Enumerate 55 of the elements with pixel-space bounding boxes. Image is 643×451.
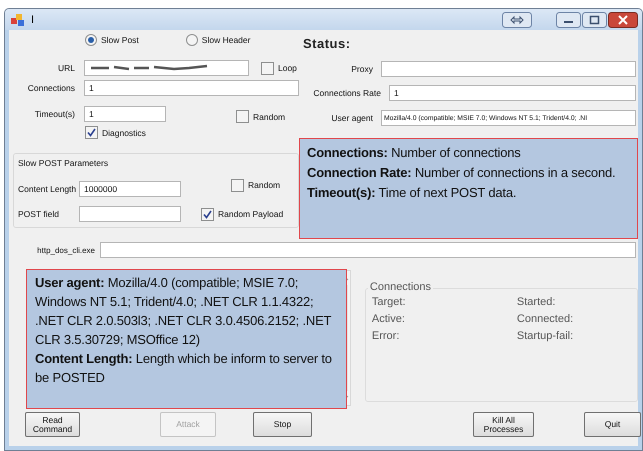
swap-button[interactable]: [502, 12, 532, 28]
checkbox[interactable]: [231, 178, 244, 192]
checkbox-label[interactable]: Random Payload: [218, 209, 284, 219]
group-title: Slow POST Parameters: [18, 158, 110, 168]
window-title: I: [31, 14, 34, 26]
input-field[interactable]: 1: [389, 85, 636, 101]
annotation-text: Content Length: Length which be inform to server to be POSTED: [35, 350, 333, 387]
radio-button[interactable]: [186, 34, 198, 46]
status-label: Target:: [372, 296, 407, 308]
annotation-text: Connection Rate: Number of connections in a second.: [307, 164, 616, 182]
input-field[interactable]: [84, 60, 249, 76]
checkbox-label[interactable]: Random: [248, 180, 280, 190]
app-icon: [11, 14, 25, 26]
checkbox[interactable]: [236, 110, 249, 123]
field-label: Proxy: [350, 64, 373, 74]
field-label: Connections: [26, 83, 75, 93]
input-field[interactable]: 1: [84, 80, 299, 96]
checkbox-label[interactable]: Diagnostics: [102, 128, 146, 138]
field-label: http_dos_cli.exe: [36, 246, 95, 254]
checkbox[interactable]: [85, 126, 98, 139]
field-label: Connections Rate: [312, 88, 381, 98]
radio-label[interactable]: Slow Post: [101, 35, 139, 45]
radio-label[interactable]: Slow Header: [202, 35, 250, 45]
field-label: Content Length: [18, 184, 78, 194]
button[interactable]: Kill All Processes: [473, 412, 534, 437]
input-field[interactable]: [79, 206, 181, 222]
input-field[interactable]: 1000000: [79, 181, 181, 197]
status-label: Error:: [372, 330, 400, 342]
minimize-button[interactable]: [556, 12, 581, 28]
checkbox[interactable]: [261, 62, 274, 74]
status-label: Active:: [372, 313, 406, 325]
group-title: Connections: [368, 281, 434, 293]
annotation-text: Timeout(s): Time of next POST data.: [307, 184, 518, 202]
checkbox-label[interactable]: Random: [253, 112, 286, 122]
checkbox-label[interactable]: Loop: [278, 63, 297, 73]
status-heading: Status:: [303, 36, 352, 52]
maximize-button[interactable]: [582, 12, 607, 28]
input-field[interactable]: [100, 242, 636, 258]
field-label: POST field: [18, 209, 60, 219]
field-label: URL: [56, 63, 75, 73]
status-label: Startup-fail:: [516, 330, 574, 342]
status-label: Connected:: [516, 313, 574, 325]
field-label: Timeout(s): [34, 108, 75, 118]
radio-button[interactable]: [85, 34, 97, 46]
status-label: Started:: [516, 296, 556, 308]
input-field[interactable]: [381, 61, 636, 77]
button[interactable]: Quit: [584, 412, 641, 437]
checkbox[interactable]: [201, 208, 214, 220]
field-label: User agent: [330, 113, 373, 123]
annotation-text: Connections: Number of connections: [307, 144, 522, 162]
button[interactable]: Read Command: [25, 412, 80, 437]
button[interactable]: Stop: [253, 412, 312, 437]
input-field[interactable]: 1: [84, 106, 166, 122]
close-button[interactable]: [608, 12, 638, 28]
annotation-text: User agent: Mozilla/4.0 (compatible; MSIE 7.0; Windows NT 5.1; Trident/4.0; .NET CLR 1.1.4322; .NET CLR 2.0.503l3; .NET CLR 3.0.4506.2152; .NET CLR 3.5.30729; MSOffice 12): [35, 274, 332, 349]
